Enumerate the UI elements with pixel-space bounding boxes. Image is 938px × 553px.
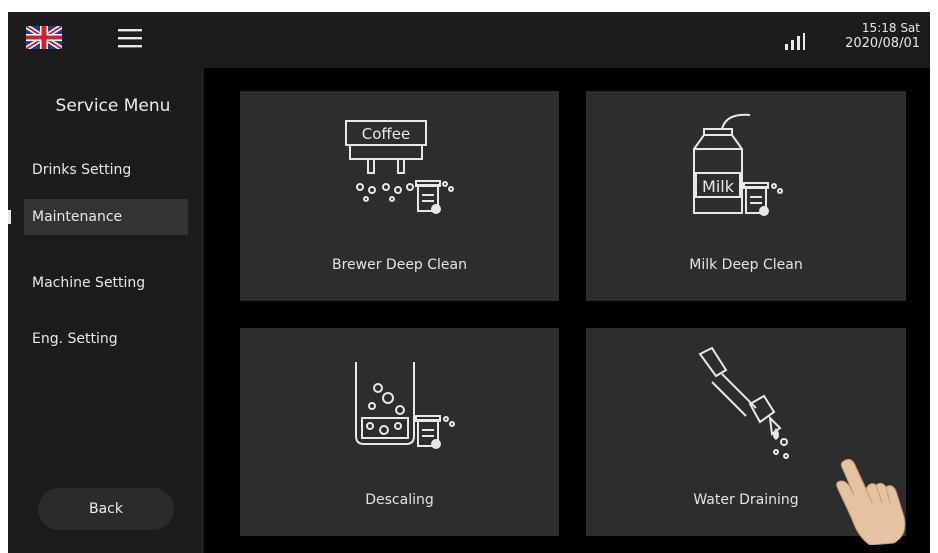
tile-brewer-deep-clean[interactable]: Coffee Brewer Deep Clean bbox=[240, 91, 559, 301]
milk-carton-clean-icon: Milk bbox=[693, 113, 783, 216]
service-sidebar: Service Menu Drinks Setting Maintenance … bbox=[8, 68, 204, 553]
service-screen: 15:18 Sat 2020/08/01 Service Menu Drinks… bbox=[8, 12, 930, 553]
pointing-hand-icon bbox=[836, 458, 906, 545]
tile-descaling[interactable]: Descaling bbox=[240, 328, 559, 536]
descaling-container-icon bbox=[355, 362, 455, 449]
active-indicator bbox=[8, 210, 11, 224]
coffee-brewer-clean-icon: Coffee bbox=[345, 120, 454, 214]
tile-label: Milk Deep Clean bbox=[689, 257, 803, 273]
sidebar-item-eng-setting[interactable]: Eng. Setting bbox=[24, 321, 188, 357]
tile-label: Descaling bbox=[365, 492, 434, 508]
back-button[interactable]: Back bbox=[38, 488, 174, 530]
coffee-icon-text: Coffee bbox=[362, 125, 410, 143]
sidebar-item-machine-setting[interactable]: Machine Setting bbox=[24, 265, 188, 301]
clock-readout: 15:18 Sat 2020/08/01 bbox=[845, 21, 920, 51]
uk-flag-icon[interactable] bbox=[26, 26, 62, 49]
hamburger-menu-icon[interactable] bbox=[118, 27, 142, 49]
sidebar-item-maintenance[interactable]: Maintenance bbox=[24, 199, 188, 235]
status-bar: 15:18 Sat 2020/08/01 bbox=[8, 12, 930, 68]
signal-strength-icon bbox=[785, 33, 805, 50]
sidebar-item-drinks-setting[interactable]: Drinks Setting bbox=[24, 152, 188, 188]
tile-milk-deep-clean[interactable]: Milk Milk Deep Clean bbox=[586, 91, 906, 301]
time-text: 15:18 Sat bbox=[861, 21, 920, 35]
date-text: 2020/08/01 bbox=[845, 36, 920, 51]
milk-icon-text: Milk bbox=[702, 177, 735, 196]
sidebar-title: Service Menu bbox=[55, 96, 171, 116]
tile-label: Brewer Deep Clean bbox=[331, 257, 467, 273]
